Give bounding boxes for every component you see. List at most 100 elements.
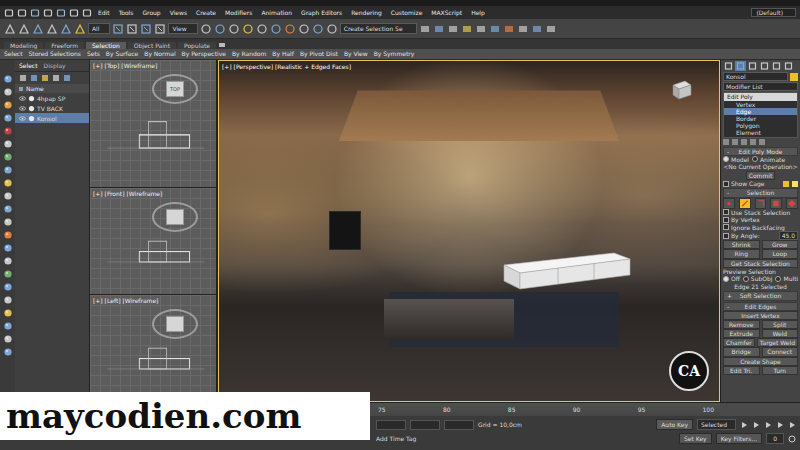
- menu-item[interactable]: Graph Editors: [298, 9, 345, 16]
- panel-tab-icon[interactable]: [735, 61, 746, 71]
- current-frame-field[interactable]: 0: [766, 433, 784, 444]
- render-tool-icon[interactable]: [517, 23, 529, 35]
- explorer-tab[interactable]: Display: [44, 62, 66, 69]
- edit-edge-button[interactable]: Insert Vertex: [723, 311, 798, 320]
- transform-tool-icon[interactable]: [284, 23, 296, 35]
- selection-button[interactable]: Shrink: [723, 240, 760, 249]
- ribbon-button[interactable]: By Random: [232, 50, 266, 57]
- menu-item[interactable]: Animation: [258, 9, 295, 16]
- stack-tool-icon[interactable]: [741, 139, 747, 145]
- scene-tool-icon[interactable]: [3, 204, 13, 214]
- menu-item[interactable]: Help: [468, 9, 488, 16]
- viewcube-icon[interactable]: [665, 75, 695, 105]
- menu-item[interactable]: Rendering: [348, 9, 385, 16]
- scene-tool-icon[interactable]: [3, 334, 13, 344]
- scene-tool-icon[interactable]: [3, 178, 13, 188]
- playback-icon[interactable]: [788, 421, 796, 429]
- viewport-label[interactable]: [+] [Top] [Wireframe]: [93, 62, 157, 69]
- render-tool-icon[interactable]: [545, 23, 557, 35]
- stack-tool-icon[interactable]: [723, 139, 729, 145]
- transform-tool-icon[interactable]: [326, 23, 338, 35]
- render-tool-icon[interactable]: [419, 23, 431, 35]
- select-tool-icon[interactable]: [112, 23, 124, 35]
- rollout-header[interactable]: +Soft Selection: [723, 291, 798, 300]
- add-time-tag[interactable]: Add Time Tag: [376, 435, 416, 442]
- panel-tab-icon[interactable]: [723, 61, 734, 71]
- selection-filter-dropdown[interactable]: All: [88, 23, 110, 34]
- stack-item[interactable]: Polygon: [724, 122, 797, 129]
- scene-tool-icon[interactable]: [3, 165, 13, 175]
- quick-access-icon[interactable]: [43, 8, 53, 18]
- selection-button[interactable]: Grow: [762, 240, 799, 249]
- ribbon-button[interactable]: By Pivot Dist: [300, 50, 338, 57]
- transform-tool-icon[interactable]: [242, 23, 254, 35]
- stack-tool-icon[interactable]: [759, 139, 765, 145]
- auto-key-button[interactable]: Auto Key: [656, 419, 693, 430]
- stack-item[interactable]: Border: [724, 115, 797, 122]
- transform-tool-icon[interactable]: [200, 23, 212, 35]
- menu-item[interactable]: MAXScript: [428, 9, 465, 16]
- ribbon-tab[interactable]: Selection: [86, 42, 126, 49]
- option-checkbox[interactable]: By Angle:: [723, 232, 760, 239]
- object-color-swatch[interactable]: [790, 73, 798, 81]
- key-filters-button[interactable]: Key Filters...: [716, 433, 763, 444]
- select-tool-icon[interactable]: [126, 23, 138, 35]
- filter-icon[interactable]: [63, 74, 71, 82]
- menu-item[interactable]: Modifiers: [222, 9, 255, 16]
- scene-tool-icon[interactable]: [3, 152, 13, 162]
- tool-icon[interactable]: [74, 23, 86, 35]
- menu-item[interactable]: Views: [167, 9, 190, 16]
- ribbon-button[interactable]: By Symmetry: [374, 50, 415, 57]
- quick-access-icon[interactable]: [30, 8, 40, 18]
- visibility-eye-icon[interactable]: [19, 95, 26, 102]
- playback-icon[interactable]: [776, 421, 784, 429]
- scene-tool-icon[interactable]: [3, 191, 13, 201]
- viewport-label[interactable]: [+] [Front] [Wireframe]: [93, 190, 162, 197]
- tool-icon[interactable]: [32, 23, 44, 35]
- selection-set-field[interactable]: Create Selection Se: [340, 23, 417, 34]
- ribbon-button[interactable]: Sets: [87, 50, 100, 57]
- ribbon-button[interactable]: By Half: [272, 50, 294, 57]
- panel-tab-icon[interactable]: [783, 61, 794, 71]
- menu-item[interactable]: Group: [139, 9, 163, 16]
- ribbon-button[interactable]: By Surface: [106, 50, 138, 57]
- perspective-viewport[interactable]: [+] [Perspective] [Realistic + Edged Fac…: [218, 60, 720, 402]
- menu-item[interactable]: Create: [193, 9, 219, 16]
- explorer-item[interactable]: Konsol: [15, 113, 89, 123]
- explorer-column-header[interactable]: Name: [15, 84, 89, 93]
- filter-icon[interactable]: [19, 74, 27, 82]
- cage-color-swatch[interactable]: [783, 181, 789, 187]
- polygon-mode-icon[interactable]: [770, 198, 782, 209]
- ribbon-tab[interactable]: Object Paint: [128, 42, 176, 49]
- scene-tool-icon[interactable]: [3, 308, 13, 318]
- render-tool-icon[interactable]: [489, 23, 501, 35]
- scene-tool-icon[interactable]: [3, 295, 13, 305]
- viewcube-face[interactable]: [166, 316, 184, 332]
- time-config-icon[interactable]: [788, 435, 796, 443]
- mode-radio[interactable]: Model: [723, 156, 749, 163]
- workspace-dropdown[interactable]: (Default): [751, 8, 796, 17]
- vertex-mode-icon[interactable]: [723, 198, 735, 209]
- edit-edge-button[interactable]: Edit Tri.: [723, 366, 760, 375]
- edit-edge-button[interactable]: Connect: [762, 347, 799, 356]
- scene-tool-icon[interactable]: [3, 269, 13, 279]
- selection-button[interactable]: Ring: [723, 249, 760, 258]
- option-checkbox[interactable]: By Vertex: [723, 216, 760, 223]
- option-checkbox[interactable]: Use Stack Selection: [723, 209, 790, 216]
- modifier-list-dropdown[interactable]: Modifier List: [723, 82, 798, 91]
- viewcube-face[interactable]: TOP: [166, 81, 184, 97]
- time-ruler[interactable]: 7580859095100: [372, 403, 720, 416]
- edit-edge-button[interactable]: Turn: [762, 366, 799, 375]
- select-tool-icon[interactable]: [140, 23, 152, 35]
- border-mode-icon[interactable]: [755, 198, 767, 209]
- render-tool-icon[interactable]: [447, 23, 459, 35]
- transform-tool-icon[interactable]: [228, 23, 240, 35]
- viewcube-face[interactable]: [166, 209, 184, 225]
- edit-edge-button[interactable]: Weld: [762, 329, 799, 338]
- playback-icon[interactable]: [740, 421, 748, 429]
- playback-icon[interactable]: [764, 421, 772, 429]
- playback-icon[interactable]: [752, 421, 760, 429]
- edit-edge-button[interactable]: Create Shape: [723, 357, 798, 366]
- commit-button[interactable]: Commit: [746, 171, 776, 180]
- preview-radio[interactable]: Off: [723, 275, 740, 282]
